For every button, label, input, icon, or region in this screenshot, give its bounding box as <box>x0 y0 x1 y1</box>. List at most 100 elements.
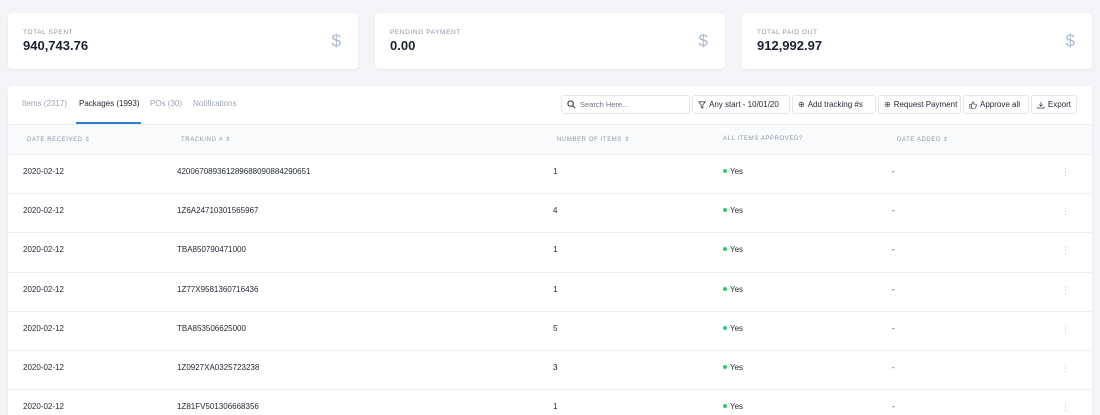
cell-number-of-items: 4 <box>553 206 558 216</box>
approved-status-dot <box>723 247 727 252</box>
table-row[interactable]: 2020-02-12 TBA853506625000 5 Yes - ⋮ <box>8 312 1092 351</box>
cell-date-received: 2020-02-12 <box>23 323 64 333</box>
sort-icon: ⇕ <box>225 137 231 143</box>
cell-date-received: 2020-02-12 <box>23 284 64 294</box>
filter-icon <box>698 100 706 109</box>
approved-label: Yes <box>730 245 744 255</box>
dollar-icon: $ <box>1065 31 1075 50</box>
column-label: ALL ITEMS APPROVED? <box>723 136 803 142</box>
cell-number-of-items: 1 <box>553 284 558 294</box>
row-menu-icon[interactable]: ⋮ <box>1061 168 1070 177</box>
approved-label: Yes <box>730 206 744 216</box>
cell-approved: Yes <box>723 245 743 254</box>
dollar-icon: $ <box>698 31 708 50</box>
search-icon <box>567 100 576 109</box>
request-payment-button[interactable]: ⊕ Request Payment <box>878 95 961 114</box>
row-menu-icon[interactable]: ⋮ <box>1061 285 1070 295</box>
dollar-icon: $ <box>331 31 341 50</box>
request-payment-label: Request Payment <box>893 100 958 109</box>
row-menu-icon[interactable]: ⋮ <box>1061 363 1070 373</box>
export-label: Export <box>1047 100 1071 109</box>
card-value: 940,743.76 <box>23 38 89 53</box>
column-label: TRACKING # <box>181 137 224 143</box>
cell-number-of-items: 1 <box>553 402 558 412</box>
column-label: DATE RECEIVED <box>27 137 83 143</box>
cell-date-received: 2020-02-12 <box>23 245 64 255</box>
approved-status-dot <box>723 325 727 330</box>
table-row[interactable]: 2020-02-12 42006708936128968809088429065… <box>8 155 1092 195</box>
add-tracking-button[interactable]: ⊕ Add tracking #s <box>792 95 876 114</box>
cell-tracking: 1Z77X9581360716436 <box>177 284 259 294</box>
sort-icon: ⇕ <box>84 137 91 143</box>
row-menu-icon[interactable]: ⋮ <box>1061 207 1070 216</box>
total-spent-card: TOTAL SPENT 940,743.76 $ <box>8 13 358 69</box>
column-header-all-items-approved: ALL ITEMS APPROVED? <box>723 136 803 142</box>
pending-payment-card: PENDING PAYMENT 0.00 $ <box>375 13 725 69</box>
packages-panel: Items (2317) Packages (1993) POs (30) No… <box>8 86 1092 415</box>
cell-date-added: - <box>892 245 895 255</box>
cell-approved: Yes <box>723 206 743 215</box>
cell-date-added: - <box>892 323 895 333</box>
approved-status-dot <box>723 208 727 213</box>
card-label: TOTAL PAID OUT <box>757 29 818 36</box>
plus-circle-icon: ⊕ <box>798 99 805 109</box>
cell-approved: Yes <box>723 324 743 333</box>
column-header-date-received[interactable]: DATE RECEIVED ⇕ <box>27 136 90 143</box>
cell-date-received: 2020-02-12 <box>23 206 64 216</box>
add-tracking-label: Add tracking #s <box>807 100 863 109</box>
table-row[interactable]: 2020-02-12 1Z0927XA0325723238 3 Yes - ⋮ <box>8 351 1092 391</box>
approve-all-button[interactable]: Approve all <box>963 95 1029 114</box>
cell-date-received: 2020-02-12 <box>23 167 64 176</box>
card-label: PENDING PAYMENT <box>390 29 461 36</box>
cell-date-added: - <box>892 284 895 294</box>
summary-cards: TOTAL SPENT 940,743.76 $ PENDING PAYMENT… <box>8 13 1092 69</box>
table-row[interactable]: 2020-02-12 TBA850790471000 1 Yes - ⋮ <box>8 233 1092 273</box>
cell-number-of-items: 5 <box>553 323 558 333</box>
column-header-number-of-items[interactable]: NUMBER OF ITEMS ⇕ <box>557 136 630 143</box>
table-row[interactable]: 2020-02-12 1Z81FV501306668356 1 Yes - ⋮ <box>8 390 1092 415</box>
tab-items[interactable]: Items (2317) <box>22 99 67 108</box>
approved-label: Yes <box>730 284 744 294</box>
cell-date-added: - <box>892 167 895 176</box>
cell-tracking: 420067089361289688090884290651 <box>177 167 311 176</box>
tab-packages[interactable]: Packages (1993) <box>79 99 139 108</box>
column-label: NUMBER OF ITEMS <box>557 137 623 143</box>
cell-date-added: - <box>892 362 895 372</box>
cell-approved: Yes <box>723 167 743 176</box>
card-label: TOTAL SPENT <box>23 29 74 36</box>
cell-number-of-items: 1 <box>553 167 558 176</box>
row-menu-icon[interactable]: ⋮ <box>1061 324 1070 334</box>
export-button[interactable]: Export <box>1031 95 1077 114</box>
row-menu-icon[interactable]: ⋮ <box>1061 403 1070 412</box>
table-header: DATE RECEIVED ⇕ TRACKING # ⇕ NUMBER OF ITE… <box>8 124 1092 155</box>
row-menu-icon[interactable]: ⋮ <box>1061 246 1070 255</box>
approved-label: Yes <box>730 323 744 333</box>
date-filter-label: Any start - 10/01/20 <box>709 100 779 109</box>
cell-date-received: 2020-02-12 <box>23 362 64 372</box>
cell-approved: Yes <box>723 402 743 411</box>
cell-date-added: - <box>892 402 895 412</box>
tab-pos[interactable]: POs (30) <box>150 99 182 108</box>
date-filter-button[interactable]: Any start - 10/01/20 <box>692 95 790 114</box>
tab-notifications[interactable]: Notifications <box>193 99 237 108</box>
approved-status-dot <box>723 404 727 409</box>
total-paid-out-card: TOTAL PAID OUT 912,992.97 $ <box>742 13 1092 69</box>
approved-status-dot <box>723 169 727 173</box>
cell-date-added: - <box>892 206 895 216</box>
cell-tracking: 1Z81FV501306668356 <box>177 402 259 412</box>
approved-label: Yes <box>730 167 744 176</box>
search-box[interactable] <box>561 95 690 114</box>
cell-date-received: 2020-02-12 <box>23 402 64 412</box>
cell-approved: Yes <box>723 363 743 372</box>
approved-status-dot <box>723 364 727 369</box>
card-value: 912,992.97 <box>757 38 823 53</box>
plus-circle-icon: ⊕ <box>884 99 891 109</box>
table-row[interactable]: 2020-02-12 1Z77X9581360716436 1 Yes - ⋮ <box>8 273 1092 312</box>
column-header-tracking[interactable]: TRACKING # ⇕ <box>181 136 231 143</box>
approve-all-label: Approve all <box>980 100 1021 109</box>
sort-icon: ⇕ <box>624 137 630 143</box>
table-row[interactable]: 2020-02-12 1Z6A24710301565967 4 Yes - ⋮ <box>8 194 1092 234</box>
cell-tracking: 1Z6A24710301565967 <box>177 206 259 216</box>
column-header-date-added[interactable]: DATE ADDED ⇕ <box>897 136 949 143</box>
search-input[interactable] <box>580 100 680 109</box>
